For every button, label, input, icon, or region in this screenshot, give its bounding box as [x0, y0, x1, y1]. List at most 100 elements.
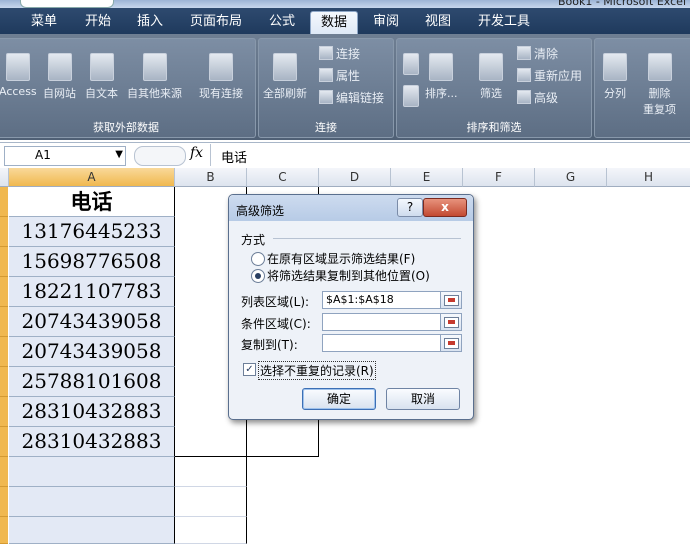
refresh-all-button[interactable]: 全部刷新: [263, 53, 307, 101]
sort-az-button[interactable]: [403, 53, 419, 79]
properties-icon: [319, 68, 333, 82]
clear-button[interactable]: 清除: [517, 45, 558, 62]
formula-bar-splitter[interactable]: [134, 146, 186, 166]
row-header[interactable]: [0, 277, 8, 307]
row-header[interactable]: [0, 337, 8, 367]
copy-to-picker[interactable]: [440, 334, 462, 352]
tab-home[interactable]: 开始: [78, 11, 118, 33]
table-row[interactable]: 13176445233: [9, 217, 175, 247]
filter-button[interactable]: 筛选: [479, 53, 503, 101]
table-row[interactable]: 18221107783: [9, 277, 175, 307]
criteria-range-input[interactable]: [322, 313, 443, 331]
ribbon-tab-bar: 菜单 开始 插入 页面布局 公式 数据 审阅 视图 开发工具: [0, 8, 690, 34]
sort-icon: [429, 53, 454, 81]
tab-menu[interactable]: 菜单: [24, 11, 64, 33]
tab-developer[interactable]: 开发工具: [472, 11, 536, 33]
table-row[interactable]: 20743439058: [9, 337, 175, 367]
web-icon: [47, 53, 72, 81]
text-to-columns-button[interactable]: 分列: [603, 53, 627, 101]
tab-insert[interactable]: 插入: [130, 11, 170, 33]
row-header[interactable]: [0, 517, 8, 544]
from-access-button[interactable]: Access: [0, 53, 37, 98]
chain-icon: [319, 90, 333, 104]
from-web-button[interactable]: 自网站: [43, 53, 76, 101]
sort-button[interactable]: 排序...: [425, 53, 458, 101]
advanced-button[interactable]: 高级: [517, 89, 558, 106]
table-row[interactable]: 20743439058: [9, 307, 175, 337]
row-header[interactable]: [0, 397, 8, 427]
section-divider: [273, 238, 461, 239]
remove-duplicates-button[interactable]: 删除 重复项: [643, 53, 676, 117]
unique-records-checkbox[interactable]: ✓: [243, 363, 256, 376]
radio-filter-in-place-label[interactable]: 在原有区域显示筛选结果(F): [267, 250, 415, 267]
column-header-h[interactable]: H: [607, 168, 690, 187]
dialog-title-bar[interactable]: 高级筛选 ? x: [229, 195, 473, 221]
tab-data[interactable]: 数据: [310, 11, 358, 34]
advanced-filter-dialog: 高级筛选 ? x 方式 在原有区域显示筛选结果(F) 将筛选结果复制到其他位置(…: [228, 194, 474, 420]
row-header[interactable]: [0, 217, 8, 247]
radio-filter-in-place[interactable]: [251, 252, 265, 266]
row-header[interactable]: [0, 427, 8, 457]
table-row[interactable]: 28310432883: [9, 427, 175, 457]
radio-copy-to-location[interactable]: [251, 269, 265, 283]
list-range-picker[interactable]: [440, 291, 462, 309]
row-header[interactable]: [0, 367, 8, 397]
tab-formulas[interactable]: 公式: [262, 11, 302, 33]
reapply-button[interactable]: 重新应用: [517, 67, 582, 84]
properties-button[interactable]: 属性: [319, 67, 360, 84]
cancel-button[interactable]: 取消: [386, 388, 460, 410]
column-header-a[interactable]: A: [9, 168, 175, 187]
radio-copy-to-location-label[interactable]: 将筛选结果复制到其他位置(O): [267, 267, 430, 284]
empty-cell[interactable]: [175, 517, 247, 544]
existing-connections-button[interactable]: 现有连接: [199, 53, 243, 101]
column-header-c[interactable]: C: [247, 168, 319, 187]
tab-page-layout[interactable]: 页面布局: [186, 11, 246, 33]
empty-cell[interactable]: [9, 487, 175, 517]
connections-button[interactable]: 连接: [319, 45, 360, 62]
insert-function-icon[interactable]: fx: [190, 145, 203, 161]
row-header[interactable]: [0, 307, 8, 337]
cell-a1-header[interactable]: 电话: [9, 187, 175, 217]
row-header[interactable]: [0, 187, 8, 217]
sort-asc-icon: [403, 53, 419, 75]
tab-view[interactable]: 视图: [418, 11, 458, 33]
copy-to-input[interactable]: [322, 334, 443, 352]
table-row[interactable]: 15698776508: [9, 247, 175, 277]
column-header-d[interactable]: D: [319, 168, 391, 187]
row-header[interactable]: [0, 457, 8, 487]
help-icon[interactable]: ?: [397, 198, 423, 217]
empty-cell[interactable]: [175, 457, 247, 487]
select-all-corner[interactable]: [0, 168, 9, 187]
access-icon: [5, 53, 30, 81]
group-data-tools: 分列 删除 重复项: [594, 38, 690, 138]
from-text-button[interactable]: 自文本: [85, 53, 118, 101]
from-other-sources-button[interactable]: 自其他来源: [127, 53, 182, 101]
group-connections: 全部刷新 连接 属性 编辑链接 连接: [258, 38, 394, 138]
sort-za-button[interactable]: [403, 85, 419, 111]
tab-review[interactable]: 审阅: [366, 11, 406, 33]
column-header-b[interactable]: B: [175, 168, 247, 187]
empty-cell[interactable]: [175, 487, 247, 517]
ok-button[interactable]: 确定: [302, 388, 376, 410]
column-header-f[interactable]: F: [463, 168, 535, 187]
empty-cell[interactable]: [9, 457, 175, 487]
formula-input[interactable]: 电话: [210, 144, 690, 166]
table-row[interactable]: 28310432883: [9, 397, 175, 427]
list-range-input[interactable]: $A$1:$A$18: [322, 291, 443, 309]
column-header-e[interactable]: E: [391, 168, 463, 187]
sort-desc-icon: [403, 85, 419, 107]
reapply-icon: [517, 68, 531, 82]
quick-access-toolbar[interactable]: [20, 0, 114, 8]
column-header-g[interactable]: G: [535, 168, 607, 187]
row-header[interactable]: [0, 487, 8, 517]
chevron-down-icon[interactable]: ▼: [115, 149, 123, 160]
close-icon[interactable]: x: [423, 198, 467, 217]
unique-records-label[interactable]: 选择不重复的记录(R): [258, 361, 376, 380]
name-box[interactable]: A1 ▼: [4, 146, 126, 166]
empty-cell[interactable]: [9, 517, 175, 544]
row-header[interactable]: [0, 247, 8, 277]
window-title: Book1 - Microsoft Excel: [557, 0, 686, 8]
criteria-range-picker[interactable]: [440, 313, 462, 331]
table-row[interactable]: 25788101608: [9, 367, 175, 397]
edit-links-button[interactable]: 编辑链接: [319, 89, 384, 106]
